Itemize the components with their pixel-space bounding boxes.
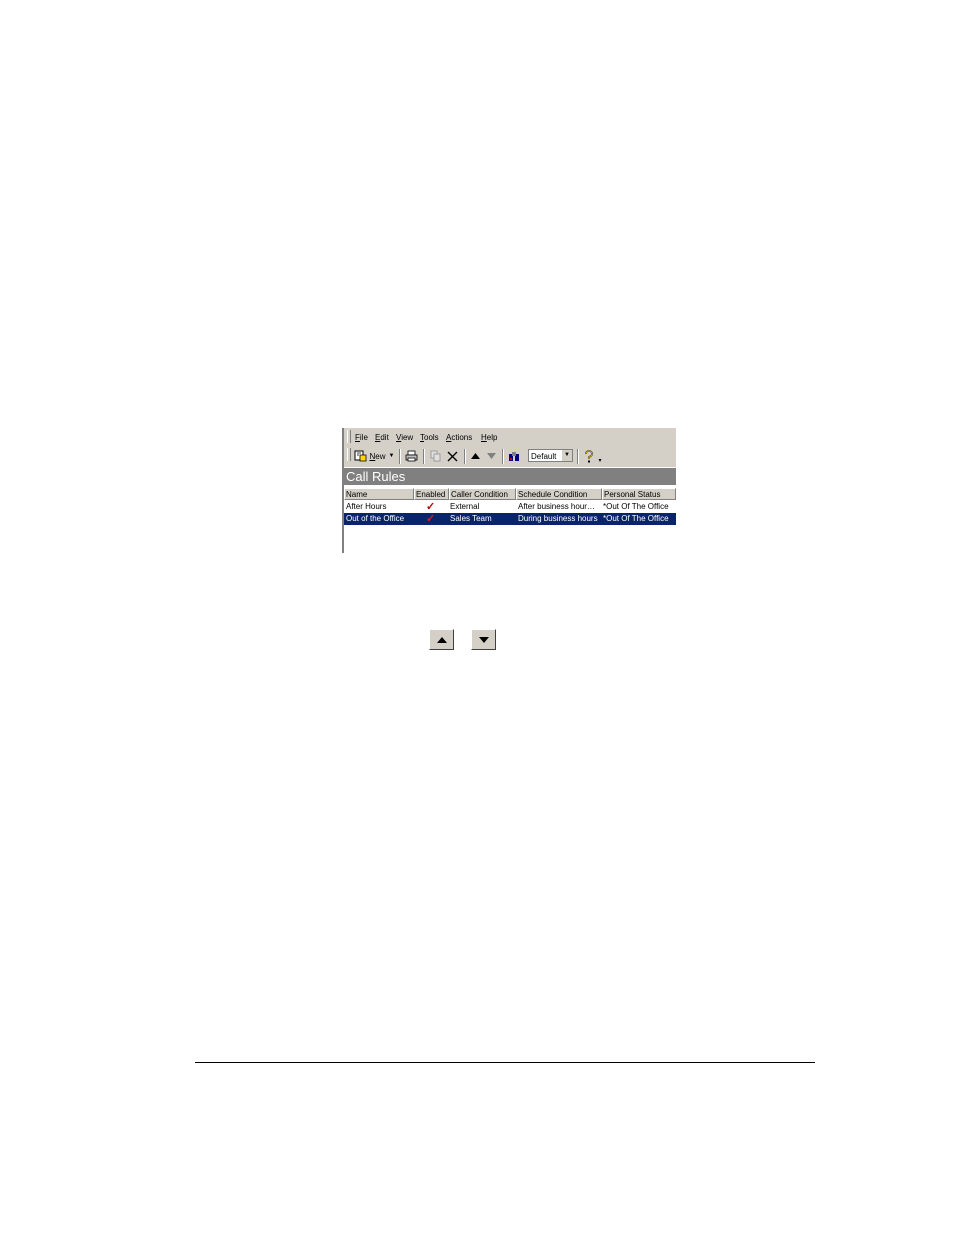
cell-caller-condition: External (450, 502, 480, 511)
column-header-name[interactable]: Name (344, 488, 414, 500)
move-down-button-illustration[interactable] (471, 629, 496, 650)
toolbar-options-icon[interactable]: ▾ (596, 452, 604, 468)
copy-icon (430, 450, 441, 462)
cell-schedule-condition: After business hour… (518, 502, 595, 511)
toolbar-separator (423, 449, 425, 464)
view-combo[interactable]: Default ▼ (528, 449, 573, 462)
view-combo-value: Default (531, 452, 557, 461)
menu-help[interactable]: Help (481, 433, 497, 442)
delete-x-icon (447, 451, 457, 461)
pane-title: Call Rules (344, 468, 676, 485)
enabled-check-icon[interactable]: ✓ (426, 513, 440, 525)
printer-icon (405, 450, 417, 462)
triangle-up-icon (436, 636, 447, 643)
toolbar-separator (464, 449, 466, 464)
move-down-button[interactable] (484, 448, 498, 464)
help-button[interactable] (582, 448, 596, 464)
delete-button[interactable] (444, 448, 460, 464)
toolbar-separator (502, 449, 504, 464)
binoculars-icon (508, 451, 519, 461)
copy-button[interactable] (428, 448, 444, 464)
menu-tools[interactable]: Tools (420, 433, 439, 442)
move-up-button-illustration[interactable] (429, 629, 454, 650)
footer-rule (195, 1062, 815, 1063)
cell-schedule-condition: During business hours (518, 514, 598, 523)
move-up-button[interactable] (468, 448, 482, 464)
print-button[interactable] (403, 448, 419, 464)
toolbar: New ▼ Default ▼ ▾ (344, 446, 676, 467)
column-header-personal-status[interactable]: Personal Status (602, 488, 676, 500)
toolbar-separator (399, 449, 401, 464)
menu-file[interactable]: File (355, 433, 368, 442)
find-button[interactable] (506, 448, 522, 464)
enabled-check-icon[interactable]: ✓ (426, 501, 440, 513)
menu-actions[interactable]: Actions (446, 433, 472, 442)
cell-name: Out of the Office (346, 514, 405, 523)
column-header-enabled[interactable]: Enabled (414, 488, 449, 500)
cell-name: After Hours (346, 502, 387, 511)
cell-personal-status: *Out Of The Office (603, 502, 669, 511)
table-row-selected[interactable]: Out of the Office ✓ Sales Team During bu… (344, 513, 676, 525)
toolbar-separator (577, 449, 579, 464)
menubar-grip[interactable] (347, 430, 351, 443)
help-question-icon (585, 449, 593, 462)
call-rules-screenshot: File Edit View Tools Actions Help New ▼ (342, 428, 676, 553)
new-rule-icon (354, 450, 367, 462)
toolbar-grip[interactable] (347, 448, 351, 461)
triangle-down-icon (486, 453, 496, 459)
new-button[interactable]: New (353, 448, 387, 464)
table-row[interactable]: After Hours ✓ External After business ho… (344, 501, 676, 513)
combo-arrow-icon[interactable]: ▼ (561, 450, 572, 461)
column-header-schedule-condition[interactable]: Schedule Condition (516, 488, 602, 500)
menu-view[interactable]: View (396, 433, 413, 442)
triangle-down-icon (478, 636, 489, 643)
menu-edit[interactable]: Edit (375, 433, 389, 442)
new-dropdown-arrow-icon[interactable]: ▼ (387, 448, 396, 464)
menu-bar: File Edit View Tools Actions Help (344, 428, 676, 447)
column-header-caller-condition[interactable]: Caller Condition (449, 488, 516, 500)
triangle-up-icon (470, 453, 480, 459)
column-header-row: Name Enabled Caller Condition Schedule C… (344, 488, 676, 500)
cell-caller-condition: Sales Team (450, 514, 492, 523)
cell-personal-status: *Out Of The Office (603, 514, 669, 523)
